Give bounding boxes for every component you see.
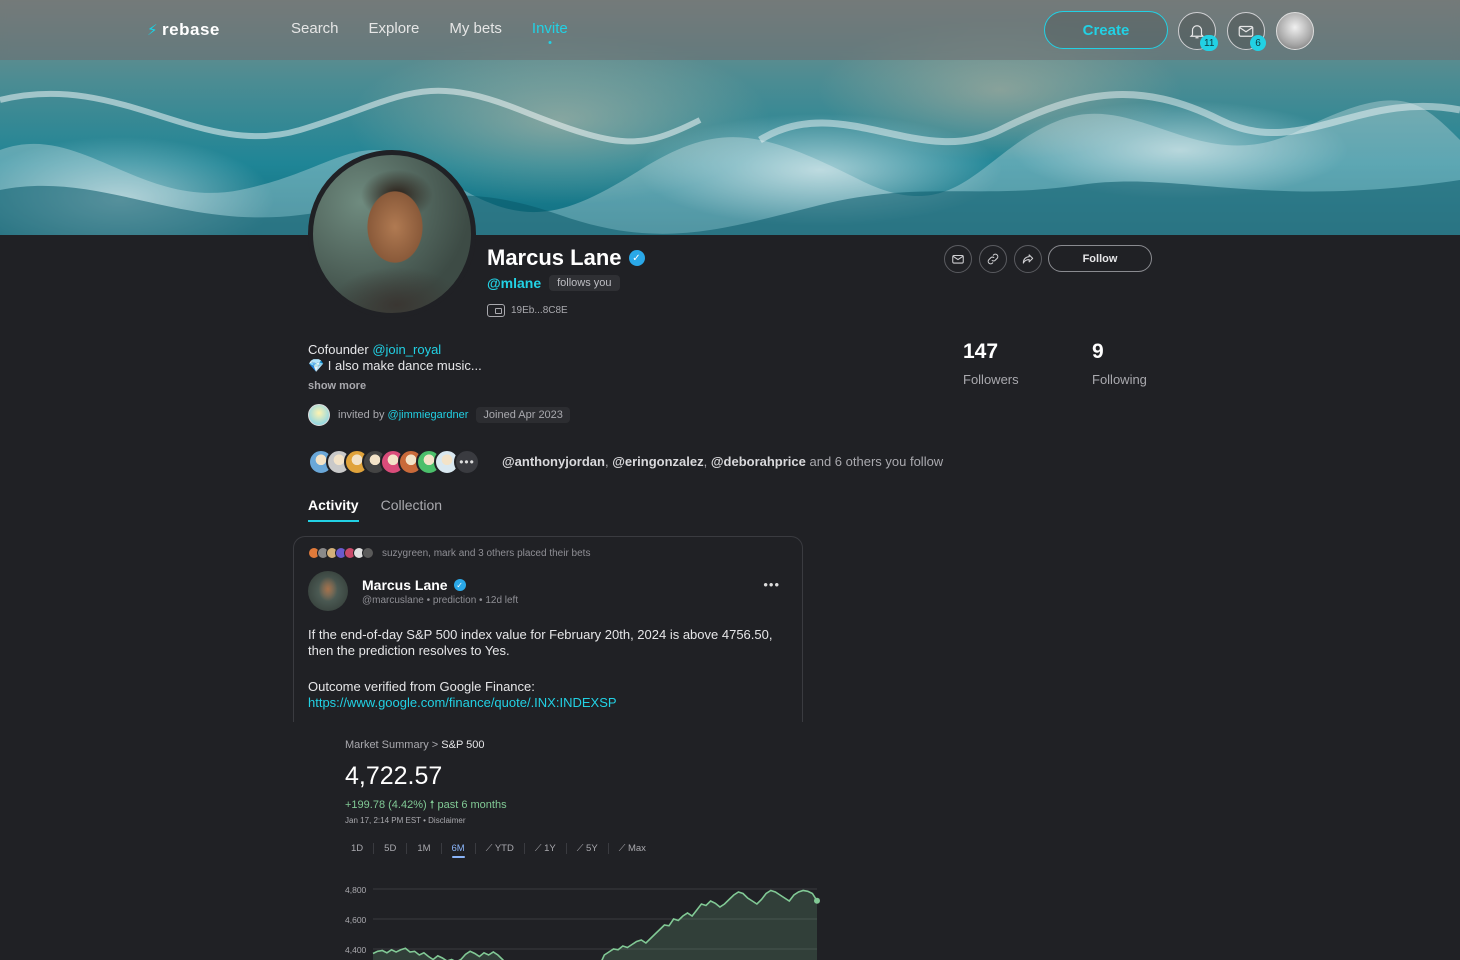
mutual-link-3[interactable]: @deborahprice — [711, 454, 806, 469]
mail-icon — [952, 254, 964, 264]
bettor-avatar[interactable] — [362, 547, 374, 559]
messages-button[interactable]: 6 — [1227, 12, 1266, 51]
mutual-followers-text: @anthonyjordan, @eringonzalez, @deborahp… — [502, 454, 944, 469]
post-author-avatar[interactable] — [308, 571, 348, 611]
source-link[interactable]: https://www.google.com/finance/quote/.IN… — [308, 695, 778, 711]
prediction-text: If the end-of-day S&P 500 index value fo… — [308, 627, 773, 658]
tab-collection[interactable]: Collection — [381, 497, 442, 522]
messages-badge: 6 — [1250, 35, 1266, 51]
profile-name-text: Marcus Lane — [487, 245, 622, 270]
more-options-icon[interactable]: ••• — [763, 577, 780, 592]
top-nav: ⚡ rebase Search Explore My bets Invite C… — [0, 0, 1460, 60]
wallet-icon — [487, 304, 505, 317]
mutual-link-1[interactable]: @anthonyjordan — [502, 454, 605, 469]
following-count: 9 — [1092, 340, 1104, 363]
inviter-link[interactable]: @jimmiegardner — [388, 409, 469, 421]
handle-row: @mlane follows you — [487, 275, 620, 291]
nav-link-invite[interactable]: Invite — [532, 20, 568, 37]
profile-name: Marcus Lane ✓ — [487, 245, 645, 271]
follow-button[interactable]: Follow — [1048, 245, 1152, 272]
verified-icon: ✓ — [453, 579, 466, 591]
invited-row: invited by @jimmiegardner Joined Apr 202… — [308, 404, 570, 426]
logo-text: rebase — [162, 20, 220, 39]
wallet-text: 19Eb...8C8E — [511, 305, 568, 316]
followers-stat[interactable]: 147 Followers — [963, 340, 1019, 387]
chart-area — [373, 890, 817, 960]
mutual-suffix: and 6 others you follow — [809, 454, 944, 469]
inviter-avatar[interactable] — [308, 404, 330, 426]
bio-prefix: Cofounder — [308, 342, 369, 357]
profile-avatar — [308, 150, 476, 318]
invited-by-prefix: invited by — [338, 409, 385, 421]
create-button[interactable]: Create — [1044, 11, 1168, 49]
post-subtitle: @marcuslane • prediction • 12d left — [362, 595, 519, 606]
nav-link-my-bets[interactable]: My bets — [449, 20, 502, 37]
bettor-avatars[interactable] — [308, 547, 374, 559]
bio-mention-link[interactable]: @join_royal — [372, 342, 441, 357]
mutual-link-2[interactable]: @eringonzalez — [612, 454, 703, 469]
profile-handle[interactable]: @mlane — [487, 275, 541, 291]
bets-placed-text: suzygreen, mark and 3 others placed thei… — [382, 547, 591, 559]
nav-link-search[interactable]: Search — [291, 20, 339, 37]
copy-link-button[interactable] — [979, 245, 1007, 273]
price-chart[interactable] — [293, 722, 848, 960]
chart-last-point — [814, 897, 820, 904]
notifications-badge: 11 — [1200, 35, 1219, 51]
followers-count: 147 — [963, 340, 999, 363]
profile-bio: Cofounder @join_royal 💎 I also make danc… — [308, 342, 482, 374]
mutual-followers-avatars[interactable]: ••• — [308, 449, 480, 475]
following-label: Following — [1092, 372, 1147, 387]
post-author-name: Marcus Lane — [362, 577, 448, 593]
tab-activity[interactable]: Activity — [308, 497, 359, 522]
message-button[interactable] — [944, 245, 972, 273]
notifications-button[interactable]: 11 — [1178, 12, 1219, 51]
market-summary-embed: Market Summary > S&P 500 4,722.57 +199.7… — [293, 722, 848, 960]
bets-placed-row: suzygreen, mark and 3 others placed thei… — [308, 547, 590, 559]
bolt-icon: ⚡ — [147, 22, 159, 39]
share-icon — [1022, 254, 1034, 264]
verify-line: Outcome verified from Google Finance: — [308, 679, 535, 694]
follows-you-badge: follows you — [549, 275, 620, 291]
followers-label: Followers — [963, 372, 1019, 387]
profile-tabs: Activity Collection — [308, 497, 442, 522]
link-icon — [987, 253, 999, 265]
wallet-address[interactable]: 19Eb...8C8E — [487, 304, 568, 317]
nav-links: Search Explore My bets Invite — [291, 20, 568, 37]
post-body: If the end-of-day S&P 500 index value fo… — [308, 627, 778, 711]
share-button[interactable] — [1014, 245, 1042, 273]
following-stat[interactable]: 9 Following — [1092, 340, 1147, 387]
bio-line-2: 💎 I also make dance music... — [308, 358, 482, 373]
post-author[interactable]: Marcus Lane ✓ — [362, 577, 466, 593]
user-avatar[interactable] — [1276, 12, 1314, 50]
show-more-link[interactable]: show more — [308, 380, 366, 392]
joined-badge: Joined Apr 2023 — [476, 407, 570, 423]
nav-link-explore[interactable]: Explore — [369, 20, 420, 37]
more-avatars-icon[interactable]: ••• — [454, 449, 480, 475]
logo[interactable]: ⚡ rebase — [147, 20, 220, 40]
verified-icon: ✓ — [628, 250, 645, 266]
